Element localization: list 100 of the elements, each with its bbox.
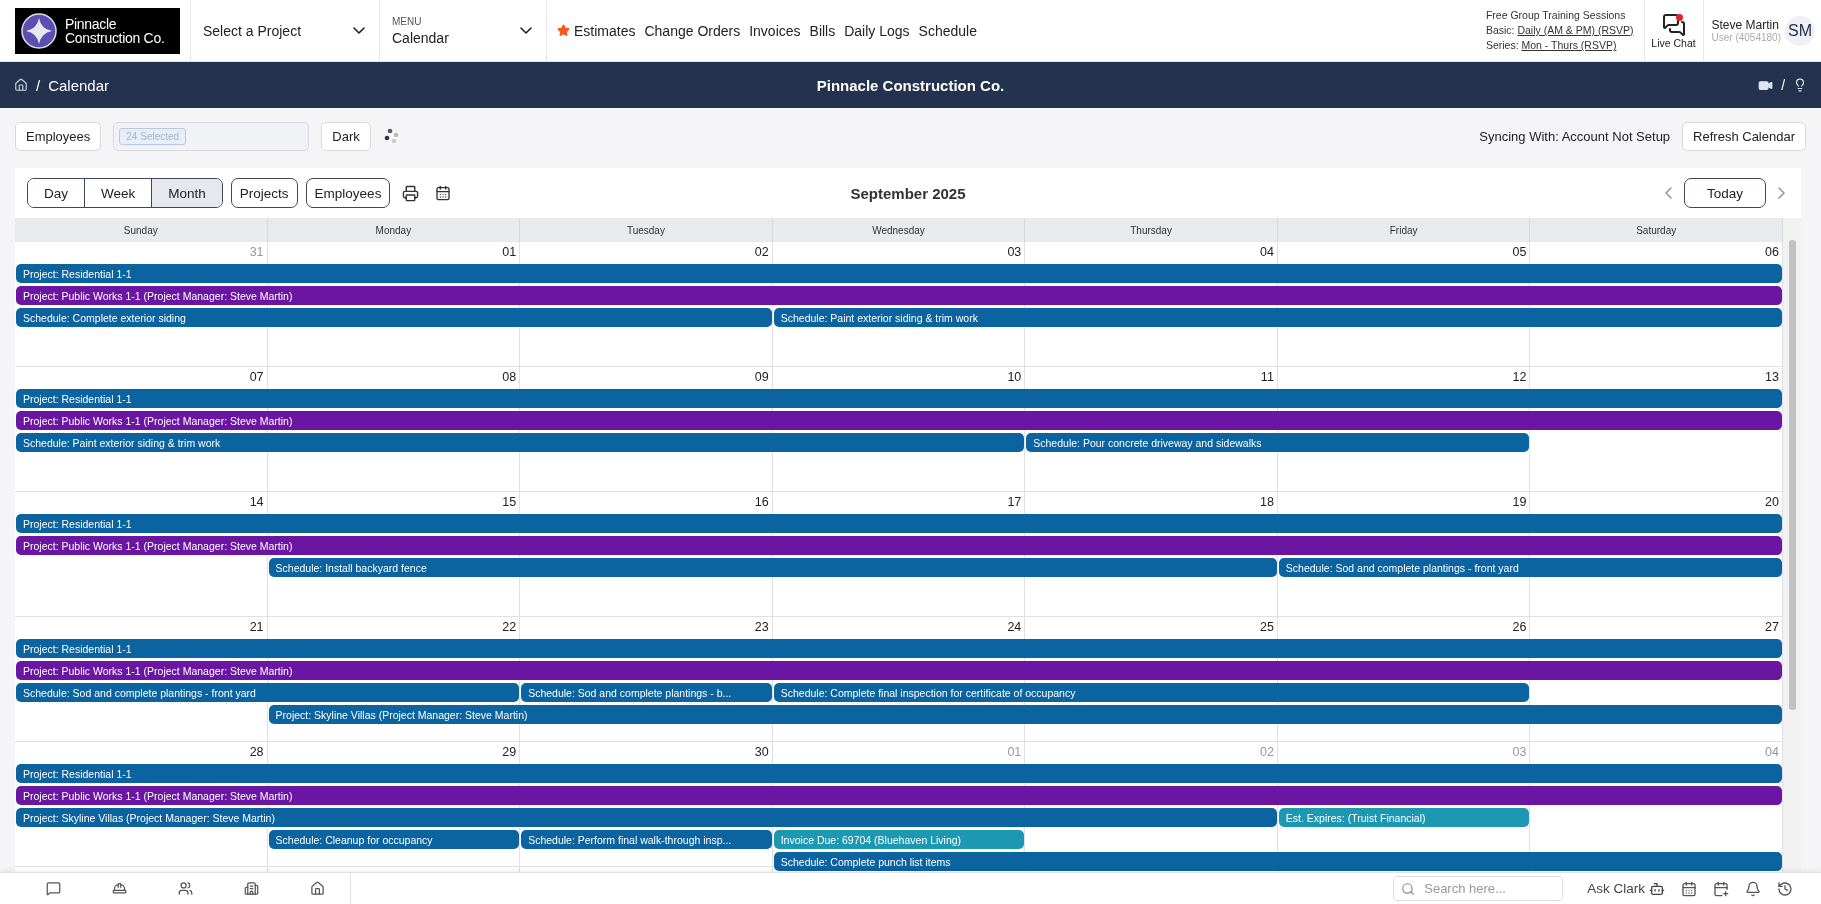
- calendar-event[interactable]: Project: Public Works 1-1 (Project Manager: Steve Martin): [16, 661, 1782, 680]
- calendar-event[interactable]: Schedule: Complete exterior siding: [16, 308, 772, 327]
- date-number[interactable]: 22: [502, 619, 521, 634]
- filter-button[interactable]: Projects: [230, 178, 298, 208]
- calendar-event[interactable]: Project: Public Works 1-1 (Project Manager: Steve Martin): [16, 286, 1782, 305]
- weekday-header: Monday: [267, 218, 521, 242]
- date-number[interactable]: 12: [1512, 369, 1531, 384]
- date-number[interactable]: 27: [1765, 619, 1783, 634]
- house-icon: [309, 881, 325, 896]
- calendar-event[interactable]: Project: Public Works 1-1 (Project Manager: Steve Martin): [16, 536, 1782, 555]
- nav-link[interactable]: Schedule: [918, 22, 977, 39]
- user-name: Steve Martin: [1711, 18, 1780, 32]
- refresh-calendar-button[interactable]: Refresh Calendar: [1682, 121, 1806, 151]
- project-select[interactable]: Select a Project: [190, 0, 379, 61]
- calendar-event[interactable]: Project: Public Works 1-1 (Project Manager: Steve Martin): [16, 411, 1782, 430]
- rsvp-link[interactable]: Mon - Thurs (RSVP): [1521, 39, 1617, 51]
- date-number[interactable]: 01: [502, 244, 521, 259]
- calendar-event[interactable]: Schedule: Cleanup for occupancy: [268, 830, 520, 849]
- message-icon: [45, 881, 61, 896]
- date-number[interactable]: 28: [249, 744, 268, 759]
- tools-separator: /: [1781, 77, 1785, 93]
- calendar-event[interactable]: Project: Skyline Villas (Project Manager: Steve Martin): [16, 808, 1277, 827]
- date-number[interactable]: 05: [1512, 244, 1531, 259]
- calendar-event[interactable]: Schedule: Paint exterior siding & trim work: [16, 433, 1025, 452]
- date-number[interactable]: 08: [502, 369, 521, 384]
- selected-count-chip: 24 Selected: [119, 127, 187, 145]
- date-number[interactable]: 29: [502, 744, 521, 759]
- calendar-event[interactable]: Schedule: Paint exterior siding & trim work: [773, 308, 1782, 327]
- date-number[interactable]: 24: [1007, 619, 1026, 634]
- date-number[interactable]: 10: [1007, 369, 1026, 384]
- nav-link[interactable]: Estimates: [557, 22, 636, 39]
- ask-assistant-button[interactable]: Ask Clark: [1587, 880, 1665, 897]
- nav-link[interactable]: Change Orders: [644, 22, 741, 39]
- home-icon[interactable]: [14, 78, 28, 92]
- weekday-header: Friday: [1277, 218, 1531, 242]
- date-number[interactable]: 13: [1765, 369, 1783, 384]
- filter-button[interactable]: Employees: [305, 178, 391, 208]
- date-number[interactable]: 23: [754, 619, 773, 634]
- chevron-down-icon: [520, 27, 532, 34]
- date-number[interactable]: 25: [1259, 619, 1278, 634]
- lightbulb-icon[interactable]: [1793, 78, 1807, 92]
- date-number[interactable]: 07: [249, 369, 268, 384]
- logo-text: Pinnacle Construction Co.: [65, 17, 165, 45]
- dark-mode-button[interactable]: Dark: [321, 121, 371, 151]
- search-field[interactable]: Search here...: [1393, 876, 1564, 901]
- robot-icon: [1649, 880, 1665, 897]
- date-number[interactable]: 20: [1765, 494, 1783, 509]
- date-number[interactable]: 16: [754, 494, 773, 509]
- calendar-event[interactable]: Schedule: Complete final inspection for certificate of occupancy: [773, 683, 1530, 702]
- menu-select[interactable]: MENU Calendar: [379, 0, 546, 61]
- date-number[interactable]: 15: [502, 494, 521, 509]
- calendar-event[interactable]: Project: Public Works 1-1 (Project Manager: Steve Martin): [16, 786, 1782, 805]
- calendar-event[interactable]: Project: Skyline Villas (Project Manager: Steve Martin): [268, 705, 1782, 724]
- month-title: September 2025: [850, 184, 966, 202]
- calendar-icon: [435, 185, 452, 201]
- nav-link[interactable]: Invoices: [749, 22, 801, 39]
- date-number[interactable]: 03: [1007, 244, 1026, 259]
- date-number[interactable]: 04: [1259, 244, 1278, 259]
- user-role: User (4054180): [1711, 32, 1781, 43]
- date-number[interactable]: 02: [754, 244, 773, 259]
- calendar-event[interactable]: Schedule: Complete punch list items: [773, 852, 1782, 871]
- calendar-event[interactable]: Schedule: Pour concrete driveway and sidewalks: [1026, 433, 1530, 452]
- live-chat-button[interactable]: Live Chat: [1643, 0, 1704, 61]
- calendar-event[interactable]: Project: Residential 1-1: [16, 639, 1782, 658]
- users-icon: [177, 881, 193, 896]
- date-number[interactable]: 19: [1512, 494, 1531, 509]
- scrollbar-thumb[interactable]: [1788, 240, 1796, 710]
- printer-icon: [402, 184, 420, 202]
- today-button[interactable]: Today: [1683, 178, 1766, 208]
- view-tab[interactable]: Month: [151, 179, 222, 207]
- rsvp-link[interactable]: Daily (AM & PM) (RSVP): [1517, 24, 1634, 36]
- calendar-event[interactable]: Schedule: Sod and complete plantings - b...: [521, 683, 772, 702]
- chevron-right-icon: [1778, 187, 1785, 199]
- date-number[interactable]: 14: [249, 494, 268, 509]
- user-avatar[interactable]: SM: [1785, 15, 1815, 46]
- date-number[interactable]: 17: [1007, 494, 1026, 509]
- date-number[interactable]: 09: [754, 369, 773, 384]
- calendar-event[interactable]: Schedule: Perform final walk-through insp...: [521, 830, 772, 849]
- nav-link[interactable]: Daily Logs: [844, 22, 910, 39]
- calendar-event[interactable]: Project: Residential 1-1: [16, 264, 1782, 283]
- date-number[interactable]: 21: [249, 619, 268, 634]
- scrollbar[interactable]: [1783, 218, 1801, 872]
- calendar-event[interactable]: Schedule: Sod and complete plantings - front yard: [16, 683, 520, 702]
- calendar-event[interactable]: Schedule: Sod and complete plantings - front yard: [1278, 558, 1782, 577]
- hard-hat-icon: [111, 881, 127, 896]
- date-number[interactable]: 18: [1259, 494, 1278, 509]
- calendar-event[interactable]: Project: Residential 1-1: [16, 764, 1782, 783]
- building-icon: [243, 881, 259, 896]
- calendar-icon: [1681, 880, 1697, 897]
- nav-link[interactable]: Bills: [809, 22, 836, 39]
- date-number[interactable]: 30: [754, 744, 773, 759]
- date-number[interactable]: 26: [1512, 619, 1531, 634]
- calendar-event[interactable]: Project: Residential 1-1: [16, 514, 1782, 533]
- employees-button[interactable]: Employees: [15, 121, 102, 151]
- company-logo[interactable]: Pinnacle Construction Co.: [15, 8, 180, 54]
- date-number[interactable]: 06: [1765, 244, 1783, 259]
- date-number[interactable]: 11: [1260, 369, 1278, 384]
- calendar-event[interactable]: Project: Residential 1-1: [16, 389, 1782, 408]
- training-label: Basic:: [1485, 24, 1515, 36]
- calendar-event[interactable]: Schedule: Install backyard fence: [268, 558, 1277, 577]
